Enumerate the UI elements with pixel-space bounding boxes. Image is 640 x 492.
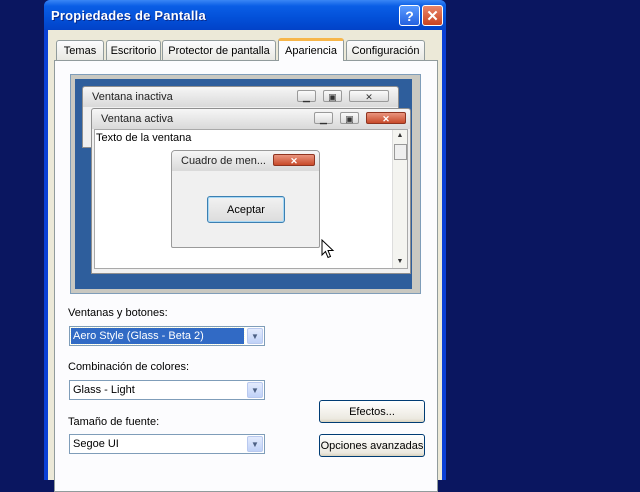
help-button[interactable]: ? bbox=[399, 5, 420, 26]
close-icon: ✕ bbox=[426, 7, 439, 25]
window-title: Propiedades de Pantalla bbox=[51, 8, 206, 23]
message-box-title: Cuadro de men... bbox=[181, 155, 266, 167]
chevron-down-icon[interactable]: ▼ bbox=[247, 328, 263, 344]
font-size-label: Tamaño de fuente: bbox=[68, 416, 160, 428]
minimize-icon: ▁ bbox=[297, 90, 316, 102]
font-size-value: Segoe UI bbox=[73, 438, 119, 450]
scroll-thumb bbox=[394, 144, 407, 160]
display-properties-window: Propiedades de Pantalla ? ✕ Temas Escrit… bbox=[44, 0, 446, 492]
tab-protector-de-pantalla[interactable]: Protector de pantalla bbox=[162, 40, 276, 60]
title-bar[interactable]: Propiedades de Pantalla ? ✕ bbox=[44, 0, 446, 30]
advanced-options-button[interactable]: Opciones avanzadas bbox=[319, 434, 425, 457]
help-icon: ? bbox=[405, 7, 414, 24]
chevron-down-icon[interactable]: ▼ bbox=[247, 436, 263, 452]
appearance-preview: Ventana inactiva ▁ ▣ ✕ Ventana activa ▁ … bbox=[70, 74, 421, 294]
color-scheme-value: Glass - Light bbox=[73, 384, 135, 396]
maximize-icon: ▣ bbox=[340, 112, 359, 124]
windows-buttons-value: Aero Style (Glass - Beta 2) bbox=[70, 327, 245, 345]
message-title-bar: Cuadro de men... ✕ bbox=[172, 151, 319, 171]
close-icon: ✕ bbox=[349, 90, 389, 102]
tab-temas[interactable]: Temas bbox=[56, 40, 104, 60]
close-icon: ✕ bbox=[273, 154, 315, 166]
maximize-icon: ▣ bbox=[323, 90, 342, 102]
windows-buttons-label: Ventanas y botones: bbox=[68, 307, 168, 319]
window-text: Texto de la ventana bbox=[96, 132, 192, 144]
active-title-bar: Ventana activa ▁ ▣ ✕ bbox=[92, 109, 410, 129]
font-size-select[interactable]: Segoe UI ▼ bbox=[69, 434, 265, 454]
active-window-title: Ventana activa bbox=[101, 113, 174, 125]
scroll-down-icon: ▼ bbox=[396, 258, 404, 265]
inactive-window-title: Ventana inactiva bbox=[92, 91, 173, 103]
appearance-panel: Ventana inactiva ▁ ▣ ✕ Ventana activa ▁ … bbox=[54, 60, 438, 492]
dialog-client: Temas Escritorio Protector de pantalla A… bbox=[48, 30, 442, 492]
inactive-title-bar: Ventana inactiva ▁ ▣ ✕ bbox=[83, 87, 398, 107]
tab-escritorio[interactable]: Escritorio bbox=[106, 40, 161, 60]
windows-buttons-select[interactable]: Aero Style (Glass - Beta 2) ▼ bbox=[69, 326, 265, 346]
mouse-pointer-icon bbox=[321, 239, 335, 259]
accept-button: Aceptar bbox=[207, 196, 285, 223]
minimize-icon: ▁ bbox=[314, 112, 333, 124]
tab-apariencia[interactable]: Apariencia bbox=[278, 38, 344, 61]
close-button[interactable]: ✕ bbox=[422, 5, 443, 26]
effects-button[interactable]: Efectos... bbox=[319, 400, 425, 423]
color-scheme-label: Combinación de colores: bbox=[68, 361, 190, 373]
preview-message-box: Cuadro de men... ✕ Aceptar bbox=[171, 150, 320, 248]
chevron-down-icon[interactable]: ▼ bbox=[247, 382, 263, 398]
color-scheme-select[interactable]: Glass - Light ▼ bbox=[69, 380, 265, 400]
close-icon: ✕ bbox=[366, 112, 406, 124]
tab-configuracion[interactable]: Configuración bbox=[346, 40, 425, 60]
preview-desktop: Ventana inactiva ▁ ▣ ✕ Ventana activa ▁ … bbox=[75, 79, 412, 289]
preview-scrollbar: ▲ ▼ bbox=[392, 130, 407, 268]
scroll-up-icon: ▲ bbox=[396, 132, 404, 139]
